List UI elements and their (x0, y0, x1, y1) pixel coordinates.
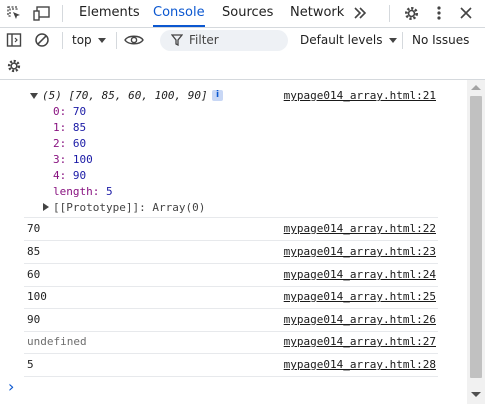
tab-elements[interactable]: Elements (79, 0, 140, 27)
divider (389, 5, 390, 22)
log-message: undefined mypage014_array.html:27 (24, 331, 438, 354)
array-entry: 2: 60 (53, 137, 87, 150)
close-icon[interactable] (456, 4, 476, 22)
tab-console[interactable]: Console (153, 0, 205, 27)
log-message: 60 mypage014_array.html:24 (24, 264, 438, 287)
dropdown-arrow-icon (97, 37, 106, 43)
log-text: 70 (27, 222, 41, 235)
console-toolbar: top Filter Default levels No Issues (0, 28, 485, 53)
log-message: 85 mypage014_array.html:23 (24, 241, 438, 264)
more-tabs-icon[interactable] (350, 4, 370, 22)
devtools-tabbar: Elements Console Sources Network (0, 0, 485, 28)
log-message: 100 mypage014_array.html:25 (24, 286, 438, 309)
source-link[interactable]: mypage014_array.html:26 (284, 313, 436, 326)
log-levels-dropdown[interactable]: Default levels (300, 33, 398, 47)
scrollbar-thumb[interactable] (470, 96, 482, 378)
context-selector[interactable]: top (72, 33, 106, 47)
array-log-entry: (5) [70, 85, 60, 100, 90] i mypage014_ar… (24, 80, 438, 218)
collapsed-triangle-icon[interactable] (43, 203, 49, 211)
array-entry: 4: 90 (53, 169, 87, 182)
device-toolbar-icon[interactable] (32, 4, 52, 22)
prototype-entry[interactable]: [[Prototype]]: Array(0) (53, 201, 205, 214)
console-prompt[interactable]: › (0, 377, 440, 399)
console-output: (5) [70, 85, 60, 100, 90] i mypage014_ar… (0, 80, 467, 404)
console-settings-gear-icon[interactable] (4, 57, 24, 75)
array-length: length: 5 (53, 185, 113, 198)
filter-input[interactable]: Filter (160, 30, 288, 51)
log-levels-label: Default levels (300, 33, 383, 47)
array-summary[interactable]: (5) [70, 85, 60, 100, 90] (42, 89, 208, 102)
log-message: 5 mypage014_array.html:28 (24, 354, 438, 377)
expand-triangle-icon[interactable] (30, 93, 38, 99)
source-link[interactable]: mypage014_array.html:27 (284, 335, 436, 348)
divider (116, 32, 117, 49)
log-text: 5 (27, 358, 34, 371)
console-toolbar-row2 (0, 53, 485, 80)
clear-console-icon[interactable] (32, 31, 52, 49)
divider (62, 5, 63, 22)
array-entry: 3: 100 (53, 153, 93, 166)
dropdown-arrow-icon (389, 37, 398, 43)
source-link[interactable]: mypage014_array.html:23 (284, 245, 436, 258)
array-entry: 1: 85 (53, 121, 87, 134)
prompt-chevron-icon: › (8, 377, 15, 396)
filter-funnel-icon (170, 34, 184, 49)
issues-counter[interactable]: No Issues (412, 33, 469, 47)
log-message: 90 mypage014_array.html:26 (24, 309, 438, 332)
source-link[interactable]: mypage014_array.html:28 (284, 358, 436, 371)
filter-placeholder: Filter (189, 33, 219, 47)
log-text: 85 (27, 245, 41, 258)
tab-network[interactable]: Network (290, 0, 344, 27)
context-label: top (72, 33, 92, 47)
divider (402, 32, 403, 49)
source-link[interactable]: mypage014_array.html:25 (284, 290, 436, 303)
array-entry: 0: 70 (53, 105, 87, 118)
sidebar-toggle-icon[interactable] (4, 31, 24, 49)
inspect-element-icon[interactable] (4, 4, 24, 22)
log-text: 90 (27, 313, 41, 326)
kebab-menu-icon[interactable] (429, 4, 449, 22)
log-message: 70 mypage014_array.html:22 (24, 218, 438, 241)
tab-sources[interactable]: Sources (222, 0, 273, 27)
log-text: 60 (27, 268, 41, 281)
scroll-up-arrow-icon[interactable] (471, 85, 481, 90)
settings-gear-icon[interactable] (401, 4, 421, 22)
source-link[interactable]: mypage014_array.html:21 (284, 89, 436, 102)
source-link[interactable]: mypage014_array.html:22 (284, 222, 436, 235)
log-text: 100 (27, 290, 47, 303)
live-expression-eye-icon[interactable] (124, 31, 144, 49)
source-link[interactable]: mypage014_array.html:24 (284, 268, 436, 281)
divider (62, 32, 63, 49)
info-badge-icon[interactable]: i (212, 90, 223, 101)
scroll-down-arrow-icon[interactable] (471, 392, 481, 397)
log-text: undefined (27, 335, 87, 348)
